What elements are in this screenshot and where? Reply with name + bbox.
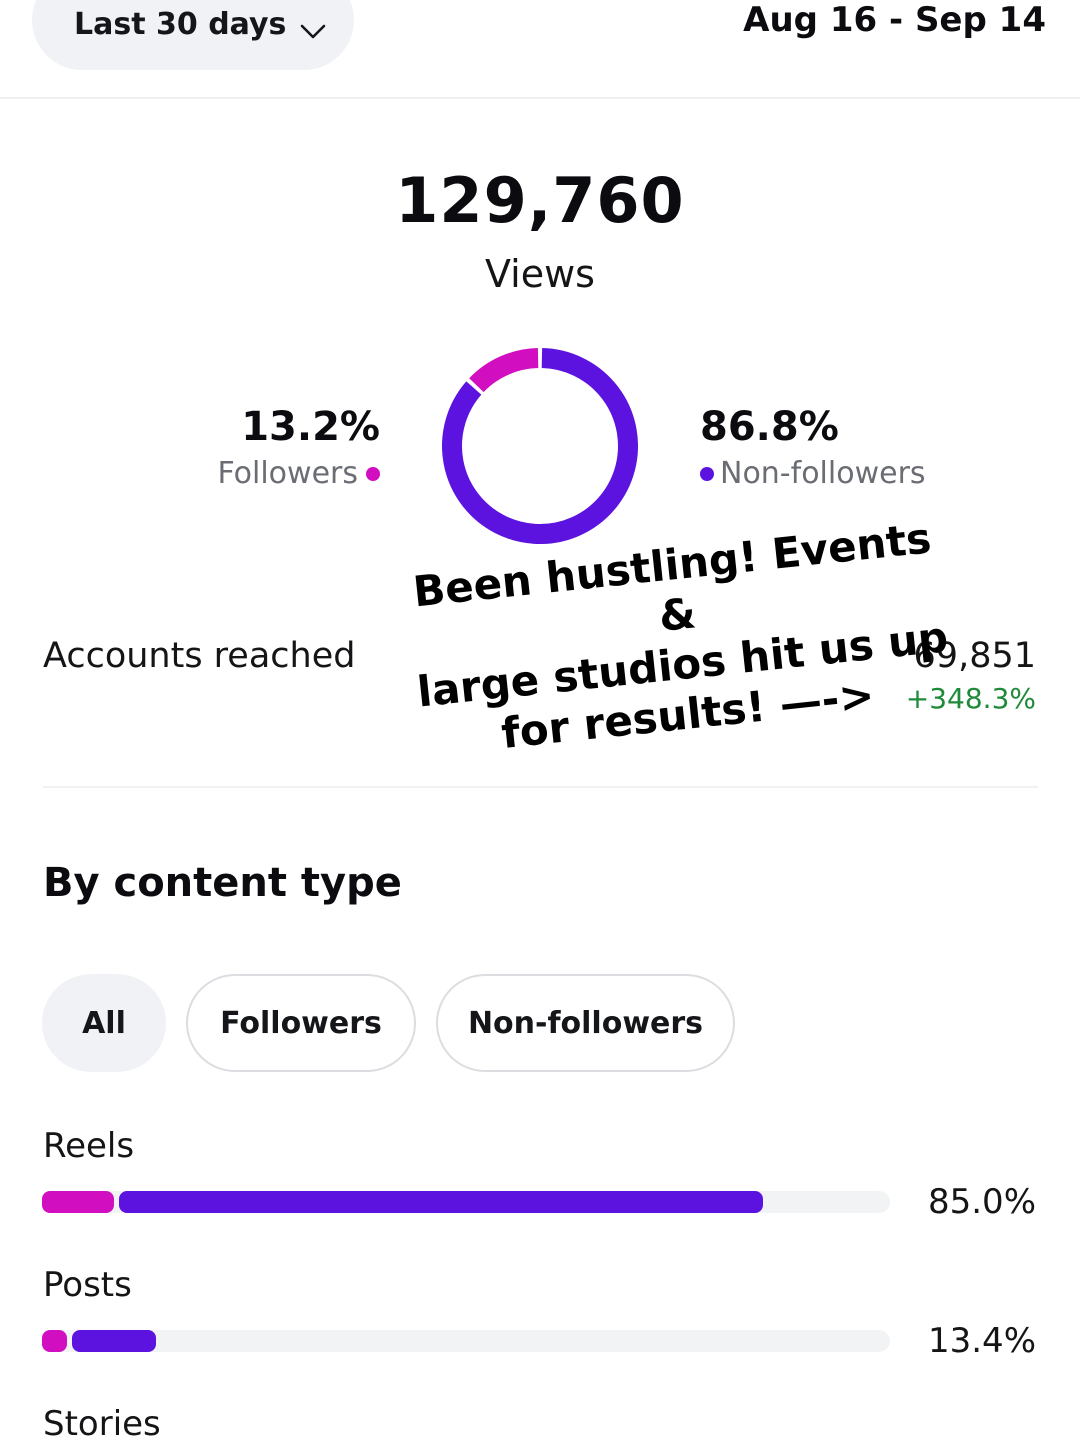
accounts-reached-label: Accounts reached — [43, 636, 356, 676]
date-range-dropdown-label: Last 30 days — [74, 7, 287, 42]
divider — [0, 97, 1080, 99]
overlay-caption: Been hustling! Events & large studios hi… — [386, 511, 974, 769]
filter-chip-nonfollowers[interactable]: Non-followers — [436, 974, 735, 1072]
bar-segment-nonfollowers — [119, 1191, 763, 1213]
date-range-text: Aug 16 - Sep 14 — [743, 0, 1046, 40]
bar-segment-followers — [42, 1191, 115, 1213]
nonfollowers-legend: Non-followers — [700, 456, 926, 491]
content-row-percentage-reels: 85.0% — [927, 1182, 1036, 1222]
date-range-dropdown[interactable]: Last 30 days — [32, 0, 354, 70]
filter-chip-followers[interactable]: Followers — [186, 974, 416, 1072]
bar-segment-followers — [42, 1330, 68, 1352]
content-type-title: By content type — [43, 860, 402, 906]
divider — [43, 786, 1038, 788]
content-bar-reels — [42, 1191, 890, 1213]
followers-percentage: 13.2% — [241, 404, 380, 450]
views-donut-chart — [442, 348, 638, 544]
nonfollowers-dot-icon — [700, 466, 714, 481]
content-row-label-posts: Posts — [43, 1265, 132, 1305]
nonfollowers-percentage: 86.8% — [700, 404, 839, 450]
content-row-percentage-posts: 13.4% — [927, 1321, 1036, 1361]
content-row-label-reels: Reels — [43, 1126, 135, 1166]
followers-legend: Followers — [217, 456, 380, 491]
followers-dot-icon — [366, 466, 380, 481]
nonfollowers-legend-label: Non-followers — [720, 456, 926, 491]
donut-segment-followers — [469, 348, 539, 393]
bar-segment-nonfollowers — [72, 1330, 156, 1352]
content-bar-posts — [42, 1330, 890, 1352]
views-total: 129,760 — [395, 164, 685, 237]
views-label: Views — [485, 252, 595, 296]
followers-legend-label: Followers — [217, 456, 358, 491]
content-row-label-stories: Stories — [43, 1404, 161, 1444]
chevron-down-icon — [301, 24, 326, 39]
filter-chip-all[interactable]: All — [42, 974, 166, 1072]
